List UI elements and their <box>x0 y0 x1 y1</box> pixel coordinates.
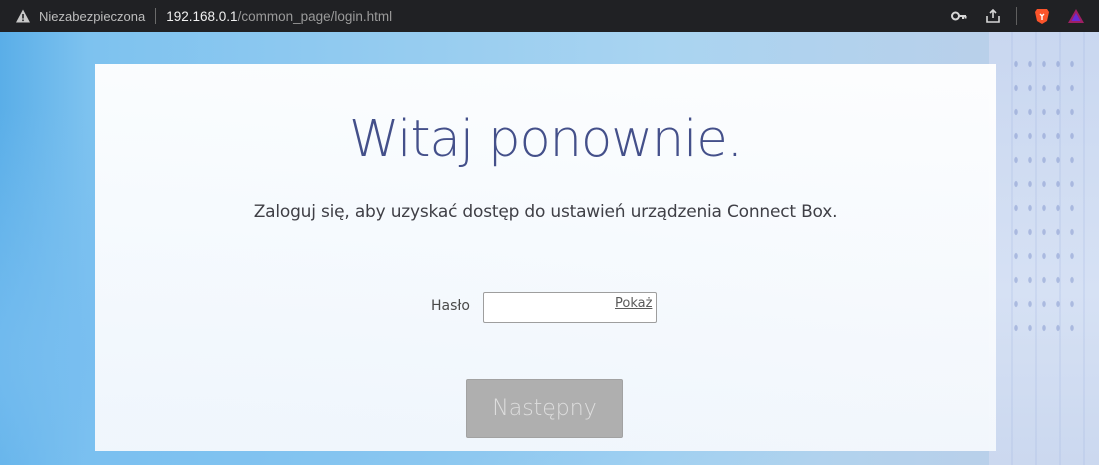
login-card: Witaj ponownie. Zaloguj się, aby uzyskać… <box>95 64 996 451</box>
key-icon[interactable] <box>950 7 968 25</box>
url-path: /common_page/login.html <box>237 8 393 24</box>
url-divider <box>155 8 157 24</box>
background-dots <box>1009 52 1079 332</box>
page-viewport: Witaj ponownie. Zaloguj się, aby uzyskać… <box>0 32 1099 465</box>
password-row: Hasło Pokaż <box>95 292 996 324</box>
login-subtitle: Zaloguj się, aby uzyskać dostęp do ustaw… <box>253 202 838 222</box>
browser-address-bar: Niezabezpieczona 192.168.0.1/common_page… <box>0 0 1099 32</box>
next-button[interactable]: Następny <box>466 379 623 438</box>
share-icon[interactable] <box>984 7 1002 25</box>
url-field[interactable]: 192.168.0.1/common_page/login.html <box>166 9 392 24</box>
page-title: Witaj ponownie. <box>349 110 743 169</box>
security-label[interactable]: Niezabezpieczona <box>39 9 145 24</box>
show-password-link[interactable]: Pokaż <box>615 296 652 311</box>
toolbar-icons <box>934 0 1085 32</box>
warning-icon[interactable] <box>15 8 31 24</box>
brave-rewards-icon[interactable] <box>1067 7 1085 25</box>
toolbar-separator <box>1016 7 1017 25</box>
brave-shield-icon[interactable] <box>1033 7 1051 25</box>
password-label: Hasło <box>431 298 470 314</box>
url-host: 192.168.0.1 <box>166 8 238 24</box>
